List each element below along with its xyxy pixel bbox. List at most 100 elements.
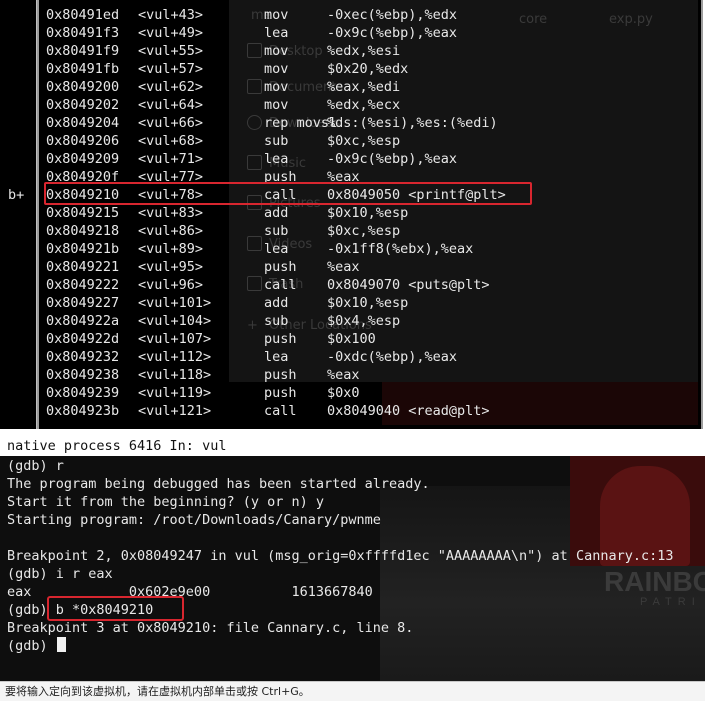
gdb-console[interactable]: RAINBO PATRI (gdb) r The program being d…	[0, 456, 705, 681]
instruction-address: 0x804922a	[46, 313, 120, 329]
instruction-symbol: <vul+49>	[138, 25, 204, 41]
instruction-symbol: <vul+121>	[138, 403, 212, 419]
instruction-address: 0x8049232	[46, 349, 120, 365]
instruction-symbol: <vul+55>	[138, 43, 204, 59]
instruction-operands: $0x0	[327, 385, 360, 401]
disassembly-view[interactable]: me Desktop Documents Downloads Music Pic…	[42, 0, 698, 425]
ghost-file-item: core	[519, 12, 548, 27]
instruction-symbol: <vul+86>	[138, 223, 204, 239]
instruction-mnemonic: add	[264, 205, 289, 221]
instruction-symbol: <vul+101>	[138, 295, 212, 311]
gdb-prompt: (gdb)	[7, 638, 56, 654]
pane-separator	[0, 429, 705, 437]
instruction-address: 0x8049209	[46, 151, 120, 167]
instruction-mnemonic: push	[264, 367, 297, 383]
instruction-address: 0x8049227	[46, 295, 120, 311]
console-input-line[interactable]: (gdb)	[7, 637, 673, 655]
instruction-operands: %ds:(%esi),%es:(%edi)	[327, 115, 498, 131]
console-line: Breakpoint 3 at 0x8049210: file Cannary.…	[7, 620, 414, 636]
plus-icon: +	[247, 318, 258, 333]
instruction-operands: $0x100	[327, 331, 376, 347]
instruction-operands: -0x9c(%ebp),%eax	[327, 151, 458, 167]
instruction-symbol: <vul+57>	[138, 61, 204, 77]
instruction-operands: -0xec(%ebp),%edx	[327, 7, 458, 23]
instruction-mnemonic: sub	[264, 223, 289, 239]
download-icon	[247, 115, 262, 130]
console-line: (gdb) r	[7, 458, 64, 474]
instruction-address: 0x8049239	[46, 385, 120, 401]
instruction-mnemonic: sub	[264, 313, 289, 329]
instruction-symbol: <vul+95>	[138, 259, 204, 275]
instruction-operands: %eax	[327, 367, 360, 383]
instruction-operands: 0x8049070 <puts@plt>	[327, 277, 490, 293]
instruction-address: 0x8049238	[46, 367, 120, 383]
instruction-operands: %edx,%esi	[327, 43, 401, 59]
console-line: Starting program: /root/Downloads/Canary…	[7, 512, 381, 528]
instruction-symbol: <vul+104>	[138, 313, 212, 329]
instruction-address: 0x8049200	[46, 79, 120, 95]
instruction-symbol: <vul+71>	[138, 151, 204, 167]
instruction-symbol: <vul+112>	[138, 349, 212, 365]
disassembly-pane: b+ me Desktop Documents Downloads Music …	[0, 0, 705, 437]
instruction-mnemonic: add	[264, 295, 289, 311]
console-output: (gdb) r The program being debugged has b…	[7, 457, 673, 655]
instruction-mnemonic: call	[264, 403, 297, 419]
instruction-operands: -0x9c(%ebp),%eax	[327, 25, 458, 41]
instruction-symbol: <vul+83>	[138, 205, 204, 221]
instruction-address: 0x80491ed	[46, 7, 120, 23]
instruction-mnemonic: mov	[264, 61, 289, 77]
console-line: The program being debugged has been star…	[7, 476, 430, 492]
instruction-symbol: <vul+43>	[138, 7, 204, 23]
instruction-operands: -0x1ff8(%ebx),%eax	[327, 241, 474, 257]
instruction-mnemonic: mov	[264, 79, 289, 95]
instruction-mnemonic: mov	[264, 43, 289, 59]
instruction-symbol: <vul+89>	[138, 241, 204, 257]
instruction-mnemonic: call	[264, 277, 297, 293]
instruction-operands: $0x4,%esp	[327, 313, 401, 329]
instruction-mnemonic: lea	[264, 151, 289, 167]
instruction-address: 0x80491fb	[46, 61, 120, 77]
instruction-address: 0x804922d	[46, 331, 120, 347]
instruction-mnemonic: push	[264, 259, 297, 275]
instruction-address: 0x8049215	[46, 205, 120, 221]
instruction-address: 0x80491f3	[46, 25, 120, 41]
instruction-address: 0x8049204	[46, 115, 120, 131]
console-line: (gdb) i r eax	[7, 566, 113, 582]
instruction-address: 0x804923b	[46, 403, 120, 419]
instruction-operands: %eax,%edi	[327, 79, 401, 95]
instruction-symbol: <vul+62>	[138, 79, 204, 95]
instruction-address: 0x8049206	[46, 133, 120, 149]
instruction-mnemonic: push	[264, 331, 297, 347]
instruction-mnemonic: mov	[264, 7, 289, 23]
breakpoint-marker: b+	[8, 187, 25, 203]
instruction-operands: -0xdc(%ebp),%eax	[327, 349, 458, 365]
disassembly-frame: me Desktop Documents Downloads Music Pic…	[37, 0, 703, 431]
instruction-mnemonic: lea	[264, 241, 289, 257]
instruction-mnemonic: lea	[264, 25, 289, 41]
tui-status-line: native process 6416 In: vul	[0, 437, 705, 456]
videos-icon	[247, 236, 262, 251]
text-cursor	[56, 637, 66, 652]
folder-icon	[247, 43, 262, 58]
instruction-operands: $0x10,%esp	[327, 205, 409, 221]
instruction-address: 0x8049202	[46, 97, 120, 113]
instruction-operands: $0xc,%esp	[327, 133, 401, 149]
instruction-operands: $0x10,%esp	[327, 295, 409, 311]
instruction-operands: %eax	[327, 259, 360, 275]
instruction-mnemonic: mov	[264, 97, 289, 113]
ghost-file-item: exp.py	[609, 12, 653, 27]
instruction-address: 0x8049218	[46, 223, 120, 239]
instruction-symbol: <vul+64>	[138, 97, 204, 113]
breakpoint-highlight-box	[44, 182, 532, 205]
instruction-symbol: <vul+96>	[138, 277, 204, 293]
instruction-symbol: <vul+66>	[138, 115, 204, 131]
instruction-symbol: <vul+107>	[138, 331, 212, 347]
trash-icon	[247, 276, 262, 291]
instruction-mnemonic: push	[264, 385, 297, 401]
vm-input-hint: 要将输入定向到该虚拟机，请在虚拟机内部单击或按 Ctrl+G。	[0, 681, 705, 701]
music-icon	[247, 155, 262, 170]
instruction-address: 0x8049222	[46, 277, 120, 293]
instruction-address: 0x8049221	[46, 259, 120, 275]
console-line: Breakpoint 2, 0x08049247 in vul (msg_ori…	[7, 548, 674, 564]
